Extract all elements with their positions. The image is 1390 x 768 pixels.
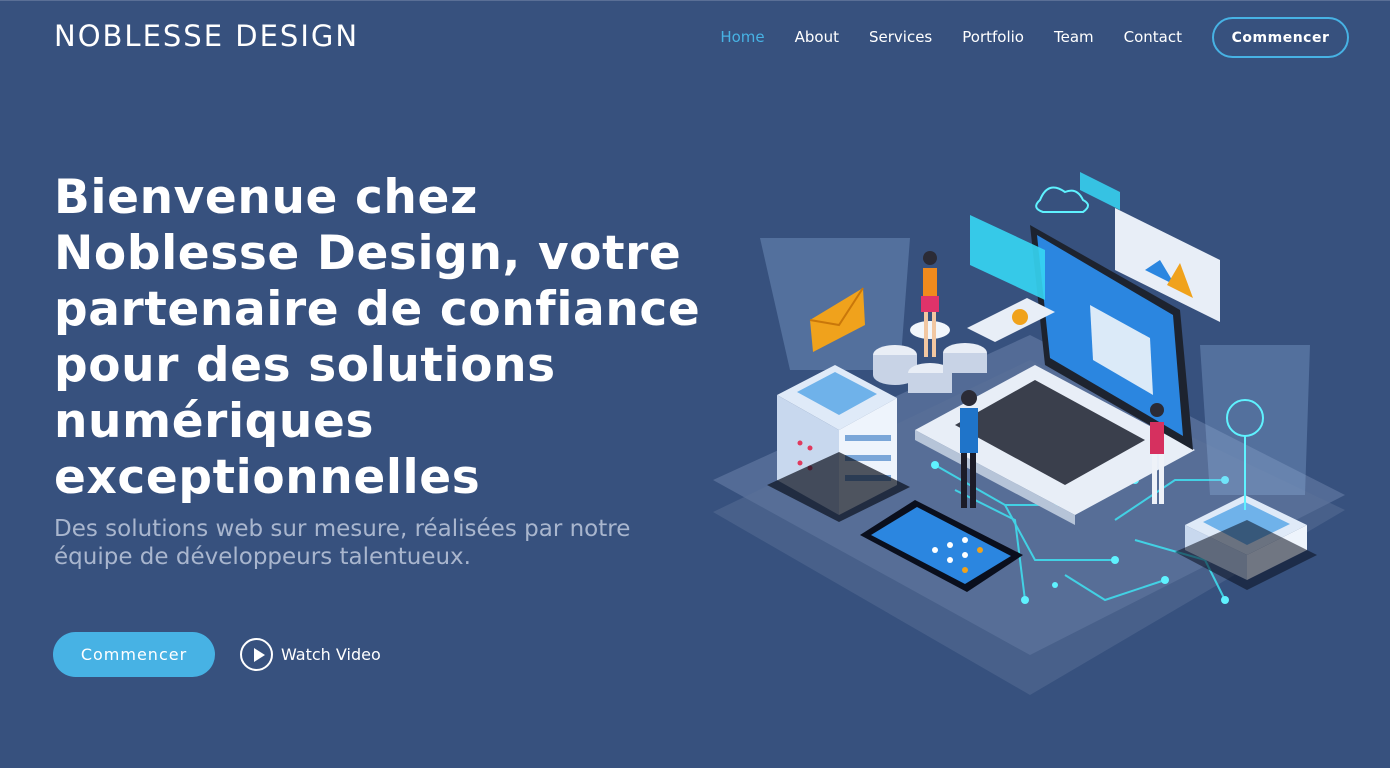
hero-illustration <box>713 172 1345 695</box>
play-icon <box>240 638 273 671</box>
nav-services[interactable]: Services <box>869 17 932 58</box>
main-nav: Home About Services Portfolio Team Conta… <box>720 17 1349 58</box>
nav-portfolio[interactable]: Portfolio <box>962 17 1024 58</box>
nav-about[interactable]: About <box>795 17 839 58</box>
hero-title: Bienvenue chez Noblesse Design, votre pa… <box>54 170 701 505</box>
nav-contact[interactable]: Contact <box>1124 17 1182 58</box>
nav-home[interactable]: Home <box>720 17 764 58</box>
header-cta-button[interactable]: Commencer <box>1212 17 1349 58</box>
nav-team[interactable]: Team <box>1054 17 1094 58</box>
site-logo[interactable]: NOBLESSE DESIGN <box>54 18 359 54</box>
watch-video-button[interactable]: Watch Video <box>240 638 381 671</box>
get-started-button[interactable]: Commencer <box>53 632 215 677</box>
watch-video-label: Watch Video <box>281 645 381 664</box>
hero-subtitle: Des solutions web sur mesure, réalisées … <box>54 516 631 570</box>
site-header: NOBLESSE DESIGN Home About Services Port… <box>0 0 1390 74</box>
